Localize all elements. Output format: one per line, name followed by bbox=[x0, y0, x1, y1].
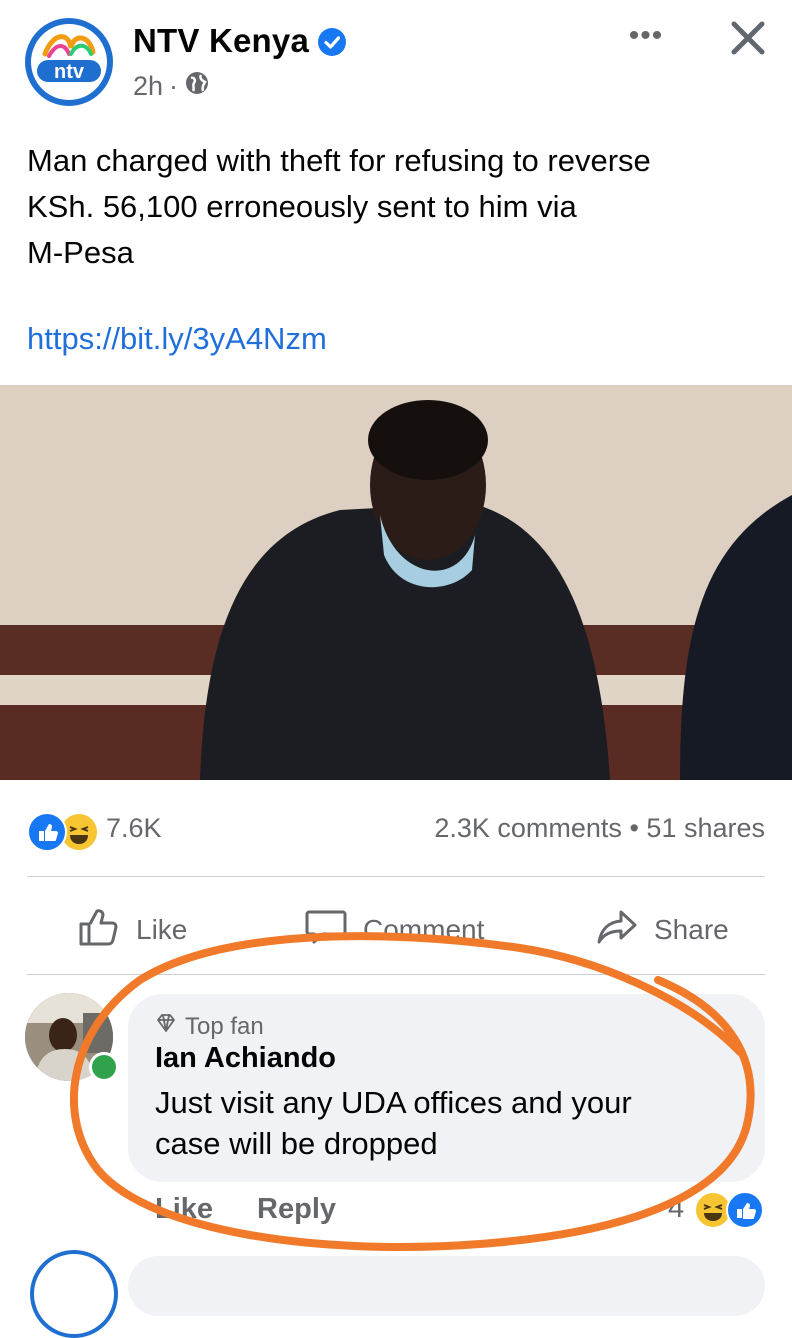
online-status-dot bbox=[89, 1052, 119, 1082]
ntv-logo: ntv bbox=[31, 24, 107, 100]
post-text-line: KSh. 56,100 erroneously sent to him via bbox=[27, 189, 577, 224]
next-comment-bubble[interactable] bbox=[128, 1256, 765, 1316]
comment-button[interactable]: Comment bbox=[303, 905, 484, 955]
more-options-button[interactable]: ••• bbox=[624, 18, 668, 58]
post-link[interactable]: https://bit.ly/3yA4Nzm bbox=[27, 321, 327, 357]
share-label: Share bbox=[654, 914, 729, 945]
comment-icon bbox=[303, 904, 349, 957]
diamond-icon bbox=[155, 1012, 177, 1041]
top-fan-label: Top fan bbox=[185, 1012, 264, 1040]
comment-label: Comment bbox=[363, 914, 485, 945]
close-icon[interactable] bbox=[725, 15, 771, 61]
post-time[interactable]: 2h bbox=[133, 71, 163, 102]
page-name[interactable]: NTV Kenya bbox=[133, 22, 309, 60]
comments-count[interactable]: 2.3K comments bbox=[434, 813, 622, 843]
comment-text-line: Just visit any UDA offices and your bbox=[155, 1085, 632, 1120]
comment-reaction-count[interactable]: 4 bbox=[668, 1192, 684, 1225]
like-label: Like bbox=[136, 914, 188, 945]
reaction-count[interactable]: 7.6K bbox=[106, 813, 162, 844]
post-text-line: M-Pesa bbox=[27, 235, 134, 270]
svg-text:ntv: ntv bbox=[54, 61, 85, 83]
divider bbox=[27, 876, 765, 877]
share-icon bbox=[594, 904, 640, 957]
post-photo[interactable] bbox=[0, 385, 792, 780]
comment-text: Just visit any UDA offices and your case… bbox=[155, 1082, 745, 1164]
divider bbox=[27, 974, 765, 975]
stats-separator: • bbox=[629, 813, 639, 843]
comment-like-button[interactable]: Like bbox=[155, 1193, 213, 1226]
thumbs-up-icon bbox=[76, 904, 122, 957]
shares-count[interactable]: 51 shares bbox=[646, 813, 765, 843]
meta-separator: · bbox=[169, 71, 179, 101]
next-commenter-avatar[interactable] bbox=[30, 1250, 118, 1338]
comment-actions: Like Reply bbox=[155, 1193, 336, 1226]
post-meta: 2h · bbox=[133, 70, 210, 103]
verified-badge-icon bbox=[318, 28, 346, 56]
comment-text-line: case will be dropped bbox=[155, 1126, 438, 1161]
share-button[interactable]: Share bbox=[594, 905, 729, 955]
like-reaction-icon bbox=[27, 812, 67, 852]
post-text: Man charged with theft for refusing to r… bbox=[27, 138, 767, 276]
post-stats: 2.3K comments • 51 shares bbox=[434, 813, 765, 844]
commenter-name[interactable]: Ian Achiando bbox=[155, 1042, 336, 1075]
top-fan-badge: Top fan bbox=[155, 1012, 264, 1041]
comment-reply-button[interactable]: Reply bbox=[257, 1193, 336, 1226]
like-reaction-icon bbox=[726, 1191, 764, 1229]
like-button[interactable]: Like bbox=[76, 905, 187, 955]
globe-icon bbox=[184, 70, 210, 103]
post-text-line: Man charged with theft for refusing to r… bbox=[27, 143, 651, 178]
